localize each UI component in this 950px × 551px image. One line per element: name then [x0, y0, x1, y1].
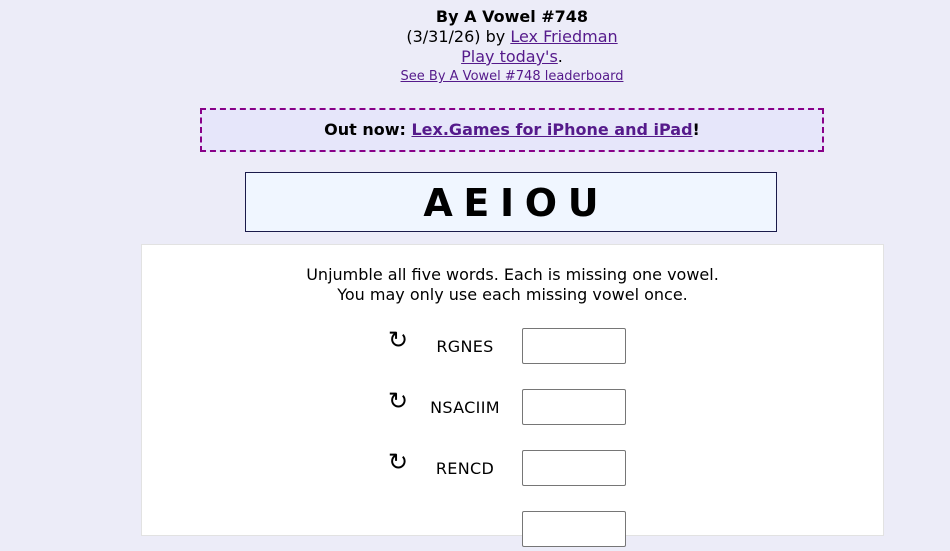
shuffle-icon[interactable]: ↻ [388, 448, 408, 476]
instructions-line-2: You may only use each missing vowel once… [337, 285, 688, 304]
play-today-suffix: . [557, 47, 563, 66]
shuffle-icon[interactable]: ↻ [388, 326, 408, 354]
leaderboard-link[interactable]: See By A Vowel #748 leaderboard [401, 69, 624, 84]
jumbled-word: NSACIIM [430, 398, 500, 417]
promo-banner: Out now: Lex.Games for iPhone and iPad! [200, 108, 824, 152]
promo-suffix: ! [692, 120, 700, 139]
answer-input[interactable] [522, 389, 626, 425]
vowel-display: AEIOU [245, 172, 777, 232]
instructions: Unjumble all five words. Each is missing… [142, 265, 883, 305]
page-title: By A Vowel #748 [435, 7, 589, 26]
puzzle-row: ↻ RENCD [142, 448, 883, 490]
jumbled-word: RENCD [435, 459, 495, 478]
promo-prefix: Out now: [324, 120, 412, 139]
shuffle-icon[interactable]: ↻ [388, 387, 408, 415]
page-header: By A Vowel #748 (3/31/26) by Lex Friedma… [0, 7, 950, 87]
puzzle-row: ↻ NSACIIM [142, 387, 883, 429]
instructions-line-1: Unjumble all five words. Each is missing… [306, 265, 719, 284]
leaderboard-line: See By A Vowel #748 leaderboard [0, 67, 950, 87]
byline: (3/31/26) by Lex Friedman [0, 27, 950, 47]
author-link[interactable]: Lex Friedman [510, 27, 617, 46]
answer-input[interactable] [522, 450, 626, 486]
date-label: (3/31/26) by [406, 27, 511, 46]
puzzle-row [142, 511, 883, 551]
play-today-link[interactable]: Play today's [461, 47, 558, 66]
puzzle-panel: Unjumble all five words. Each is missing… [141, 244, 884, 547]
answer-input[interactable] [522, 511, 626, 547]
puzzle-row: ↻ RGNES [142, 326, 883, 368]
answer-input[interactable] [522, 328, 626, 364]
promo-app-link[interactable]: Lex.Games for iPhone and iPad [411, 120, 692, 139]
play-today-line: Play today's. [0, 47, 950, 67]
jumbled-word: RGNES [436, 337, 494, 356]
